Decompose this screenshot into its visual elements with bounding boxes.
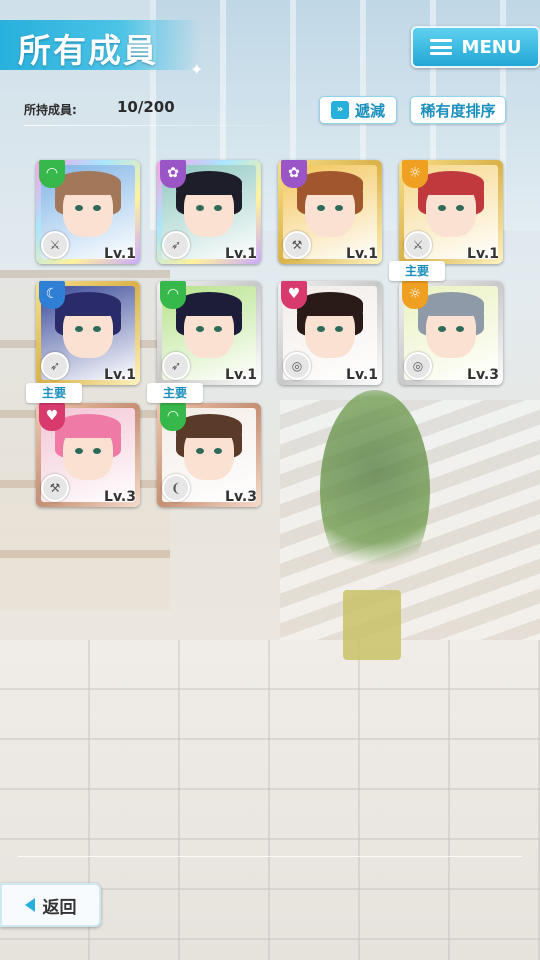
portrait-eye: [93, 448, 101, 454]
hamburger-icon: [429, 39, 452, 55]
flower-icon: ✿: [281, 160, 307, 188]
portrait-eye: [335, 326, 343, 332]
member-card[interactable]: ◠ ➶ Lv.1: [157, 281, 261, 385]
title-bar: 所有成員: [0, 20, 200, 70]
portrait-eye: [317, 205, 325, 211]
sword-icon: ⚔: [404, 231, 432, 259]
portrait-eye: [75, 205, 83, 211]
heart-icon: ♥: [39, 403, 65, 431]
background-plant: [320, 390, 430, 590]
moon-icon: ☾: [39, 281, 65, 309]
sort-button[interactable]: 稀有度排序: [410, 96, 506, 124]
bow-icon: ❨: [162, 474, 190, 502]
portrait-eye: [196, 205, 204, 211]
wind-icon: ◠: [160, 403, 186, 431]
wind-icon: ◠: [160, 281, 186, 309]
main-member-badge: 主要: [26, 383, 82, 403]
member-card[interactable]: ◠ ❨ Lv.3 主要: [147, 383, 261, 507]
portrait-eye: [93, 205, 101, 211]
heart-icon: ♥: [281, 281, 307, 309]
member-level: Lv.3: [225, 489, 257, 505]
bottom-divider: [18, 856, 522, 857]
portrait-eye: [214, 326, 222, 332]
member-card[interactable]: ☼ ⚔ Lv.1: [399, 160, 503, 264]
portrait-eye: [214, 448, 222, 454]
portrait-eye: [75, 448, 83, 454]
member-count-label: 所持成員:: [24, 103, 77, 117]
member-level: Lv.1: [467, 246, 499, 262]
portrait-eye: [456, 205, 464, 211]
member-level: Lv.1: [346, 246, 378, 262]
portrait-eye: [438, 205, 446, 211]
portrait-eye: [317, 326, 325, 332]
filter-label: 遞減: [354, 101, 385, 120]
main-member-badge: 主要: [389, 261, 445, 281]
divider: [24, 125, 304, 126]
flower-icon: ✿: [160, 160, 186, 188]
back-arrow-icon: [24, 898, 35, 912]
sort-label: 稀有度排序: [420, 101, 496, 120]
back-button[interactable]: 返回: [0, 883, 101, 927]
background-pot: [343, 590, 401, 660]
sword-icon: ⚔: [41, 231, 69, 259]
member-level: Lv.1: [225, 246, 257, 262]
portrait-eye: [438, 326, 446, 332]
portrait-eye: [214, 205, 222, 211]
gun-icon: ➶: [162, 231, 190, 259]
page-title: 所有成員: [18, 31, 158, 70]
axe-icon: ⚒: [41, 474, 69, 502]
member-level: Lv.1: [104, 367, 136, 383]
menu-button[interactable]: MENU: [411, 26, 540, 68]
shield-icon: ◎: [283, 352, 311, 380]
member-card[interactable]: ♥ ⚒ Lv.3 主要: [26, 383, 140, 507]
gun-icon: ➶: [162, 352, 190, 380]
portrait-eye: [335, 205, 343, 211]
sun-icon: ☼: [402, 281, 428, 309]
portrait-eye: [196, 448, 204, 454]
member-level: Lv.3: [104, 489, 136, 505]
wind-icon: ◠: [39, 160, 65, 188]
gun-icon: ➶: [41, 352, 69, 380]
filter-button[interactable]: » 遞減: [319, 96, 397, 124]
member-level: Lv.1: [225, 367, 257, 383]
member-level: Lv.3: [467, 367, 499, 383]
main-member-badge: 主要: [147, 383, 203, 403]
portrait-eye: [456, 326, 464, 332]
member-count-value: 10/200: [117, 98, 175, 116]
portrait-eye: [196, 326, 204, 332]
back-label: 返回: [42, 897, 77, 918]
portrait-eye: [93, 326, 101, 332]
member-card[interactable]: ♥ ◎ Lv.1: [278, 281, 382, 385]
member-card[interactable]: ☾ ➶ Lv.1: [36, 281, 140, 385]
member-level: Lv.1: [104, 246, 136, 262]
member-card[interactable]: ✿ ⚒ Lv.1: [278, 160, 382, 264]
member-card[interactable]: ☼ ◎ Lv.3 主要: [389, 261, 503, 385]
menu-label: MENU: [461, 36, 522, 58]
member-card[interactable]: ◠ ⚔ Lv.1: [36, 160, 140, 264]
portrait-eye: [75, 326, 83, 332]
sun-icon: ☼: [402, 160, 428, 188]
member-card[interactable]: ✿ ➶ Lv.1: [157, 160, 261, 264]
shield-icon: ◎: [404, 352, 432, 380]
axe-icon: ⚒: [283, 231, 311, 259]
member-count-row: 所持成員: 10/200: [24, 97, 304, 126]
sort-order-icon: »: [330, 101, 349, 119]
sparkle-icon: ✦: [190, 60, 204, 79]
member-level: Lv.1: [346, 367, 378, 383]
